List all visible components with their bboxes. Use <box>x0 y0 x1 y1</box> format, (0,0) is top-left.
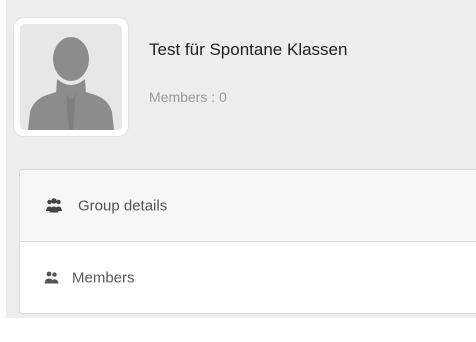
members-count: Members : 0 <box>149 89 227 105</box>
members-icon <box>43 270 61 286</box>
menu-item-members[interactable]: Members <box>20 241 476 313</box>
group-header: Test für Spontane Klassen Members : 0 <box>6 0 476 150</box>
menu-item-group-details[interactable]: Group details <box>20 170 476 241</box>
group-menu: Group details Members <box>19 169 476 314</box>
menu-label-members: Members <box>72 269 135 286</box>
avatar-silhouette-icon <box>20 24 122 130</box>
group-panel: Test für Spontane Klassen Members : 0 Gr… <box>6 0 476 318</box>
group-icon <box>45 197 63 214</box>
group-title: Test für Spontane Klassen <box>149 40 348 59</box>
menu-label-group-details: Group details <box>78 197 168 214</box>
group-avatar[interactable] <box>14 18 128 136</box>
